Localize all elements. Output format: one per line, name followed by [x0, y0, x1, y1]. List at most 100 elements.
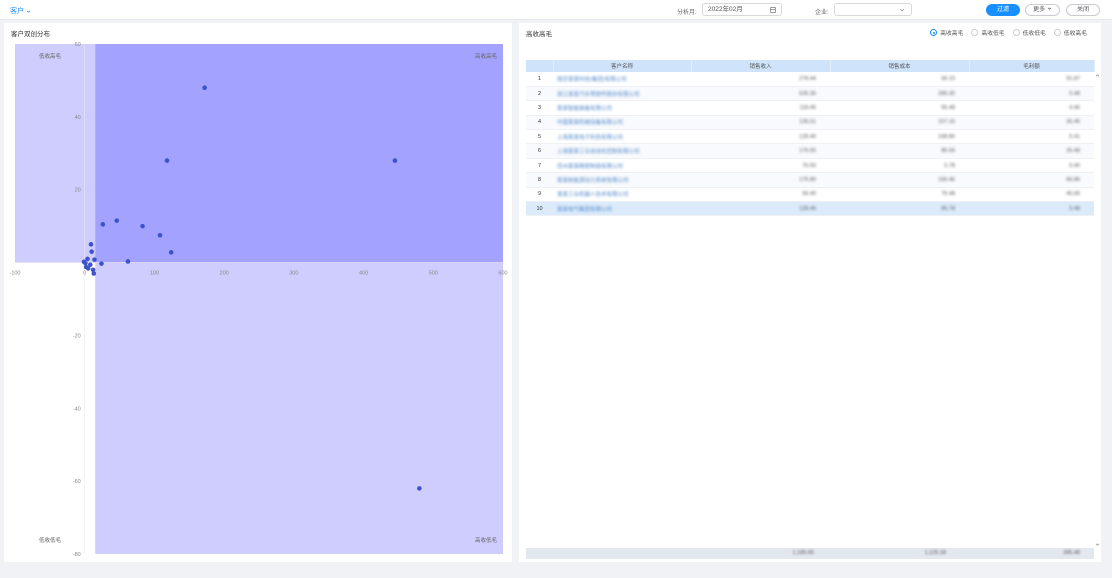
scatter-point[interactable] — [157, 232, 163, 238]
gross-profit-cell-text: 5.48 — [1069, 90, 1080, 97]
revenue-cell: 128.45 — [691, 201, 830, 217]
revenue-cell: 526.35 — [691, 86, 830, 102]
gross-profit-cell: 26.45 — [969, 115, 1094, 131]
quadrant-label-bottom-left: 低收低毛 — [39, 536, 62, 544]
customer-table: 客户名称 销售收入 销售成本 毛利额 1 南京某某科技(集团)有限公司 278.44… — [526, 60, 1095, 217]
customer-name-cell-text: 南京某某科技(集团)有限公司 — [557, 76, 627, 83]
row-index-text: 5 — [537, 133, 542, 140]
scatter-point[interactable] — [83, 261, 88, 266]
table-row[interactable]: 5 上海某某电子科技有限公司 128.40 168.80 5.41 — [526, 129, 1094, 145]
cost-cell: 85.56 — [830, 143, 969, 159]
radio-low-rev-low-margin[interactable]: 低收低毛 — [1012, 28, 1046, 37]
row-index: 2 — [526, 86, 553, 102]
gross-profit-cell: 5.48 — [969, 86, 1094, 102]
revenue-cell-text: 526.35 — [799, 90, 816, 97]
x-tick-label: 200 — [220, 271, 229, 277]
row-index: 7 — [526, 158, 553, 174]
calendar-icon — [770, 7, 776, 13]
row-index-text: 2 — [537, 90, 542, 97]
scatter-point[interactable] — [99, 261, 104, 266]
customer-name-cell-text: 上海某某工业自动化控制有限公司 — [557, 149, 640, 156]
more-button[interactable]: 更多 — [1025, 4, 1060, 16]
customer-name-cell: 某某新能源动力系统有限公司 — [553, 172, 691, 188]
scatter-point[interactable] — [392, 158, 398, 163]
chevron-down-icon — [899, 8, 905, 12]
scroll-up-icon[interactable] — [1095, 73, 1100, 78]
col-header-customer-name[interactable]: 客户名称 — [553, 60, 692, 72]
customer-name-cell-text: 上海某某电子科技有限公司 — [557, 134, 624, 141]
gross-profit-cell: 26.48 — [969, 143, 1094, 159]
cost-cell-text: 85.56 — [941, 148, 955, 155]
scatter-point[interactable] — [417, 486, 422, 491]
company-select[interactable] — [834, 3, 912, 16]
col-header-index — [526, 60, 554, 72]
col-header-cost[interactable]: 销售成本 — [830, 60, 970, 72]
row-index-text: 7 — [537, 162, 542, 169]
col-header-gross-profit[interactable]: 毛利额 — [969, 60, 1095, 72]
filter-button[interactable]: 过滤 — [986, 4, 1020, 16]
customer-name-cell: 上海某某电子科技有限公司 — [553, 129, 691, 145]
scatter-point[interactable] — [140, 223, 145, 229]
gross-profit-cell-text: 45.65 — [1066, 191, 1080, 198]
gross-profit-cell-text: 66.86 — [1066, 176, 1080, 183]
scatter-point[interactable] — [168, 250, 174, 255]
revenue-cell-text: 128.40 — [799, 133, 816, 140]
cost-cell: 85.78 — [830, 201, 969, 217]
customer-name-cell: 某某智能装备有限公司 — [553, 100, 691, 116]
scroll-down-icon[interactable] — [1095, 542, 1100, 547]
table-row[interactable]: 4 中国某某机械设备有限公司 126.51 157.16 26.45 — [526, 115, 1094, 131]
y-tick-label: 20 — [75, 188, 81, 194]
scatter-point[interactable] — [125, 259, 131, 264]
scatter-point[interactable] — [89, 249, 94, 254]
scatter-point[interactable] — [88, 242, 94, 247]
quadrant-low-rev-high-margin — [15, 44, 96, 263]
scatter-point[interactable] — [114, 218, 120, 223]
scatter-point[interactable] — [91, 271, 97, 276]
x-tick-label: 600 — [498, 271, 507, 277]
row-index-text: 4 — [537, 119, 542, 126]
row-index-text: 8 — [537, 176, 542, 183]
revenue-cell-text: 176.55 — [799, 148, 816, 155]
gross-profit-cell-text: 5.41 — [1069, 133, 1080, 140]
revenue-cell: 278.44 — [691, 72, 830, 87]
chevron-down-icon — [26, 10, 31, 13]
cost-cell: 285.30 — [830, 86, 969, 102]
cost-cell: 157.16 — [830, 115, 969, 131]
cost-cell-text: 85.78 — [941, 205, 955, 212]
table-row[interactable]: 10 某某电气集团有限公司 128.45 85.78 5.48 — [526, 201, 1094, 217]
cost-cell-text: 168.80 — [938, 133, 955, 140]
table-row[interactable]: 7 苏州某某精密制造有限公司 76.55 5.78 5.40 — [526, 158, 1094, 174]
month-picker[interactable]: 2022年02月 — [702, 3, 782, 16]
table-row[interactable]: 8 某某新能源动力系统有限公司 175.80 166.46 66.86 — [526, 172, 1094, 188]
table-row[interactable]: 9 某某工业机器人技术有限公司 56.40 75.48 45.65 — [526, 187, 1094, 203]
customer-nav-dropdown[interactable]: 客户 — [10, 6, 31, 16]
cost-cell-text: 157.16 — [938, 119, 955, 126]
radio-high-rev-high-margin[interactable]: 高收高毛 — [930, 28, 963, 37]
close-button[interactable]: 关闭 — [1066, 4, 1100, 16]
radio-low-rev-high-margin[interactable]: 低收高毛 — [1053, 28, 1087, 37]
col-header-revenue[interactable]: 销售收入 — [691, 60, 831, 72]
scatter-point[interactable] — [202, 85, 207, 91]
table-row[interactable]: 6 上海某某工业自动化控制有限公司 176.55 85.56 26.48 — [526, 143, 1094, 159]
cost-cell-text: 75.48 — [941, 191, 955, 198]
revenue-cell: 56.40 — [691, 187, 830, 203]
y-tick-label: -20 — [73, 333, 81, 339]
x-tick-label: 500 — [429, 271, 438, 277]
table-row[interactable]: 2 浙江某某汽车零部件股份有限公司 526.35 285.30 5.48 — [526, 86, 1094, 102]
customer-name-cell-text: 苏州某某精密制造有限公司 — [557, 163, 624, 170]
scatter-point[interactable] — [92, 257, 97, 262]
scatter-point[interactable] — [100, 222, 106, 227]
radio-high-rev-low-margin[interactable]: 高收低毛 — [971, 28, 1005, 37]
gross-profit-cell-text: 26.45 — [1066, 119, 1080, 126]
table-row[interactable]: 3 某某智能装备有限公司 118.45 55.48 4.46 — [526, 100, 1094, 116]
x-tick-label: -100 — [9, 271, 20, 277]
row-index-text: 9 — [537, 191, 542, 198]
company-label: 企业: — [815, 10, 829, 16]
table-row[interactable]: 1 南京某某科技(集团)有限公司 278.44 56.15 91.87 — [526, 72, 1094, 87]
month-label: 分析月: — [677, 10, 697, 16]
scatter-chart-panel: 客户双创分布 -100 0 100 200 300 400 500 600 -80 -60 -40-… — [4, 23, 512, 562]
revenue-cell-text: 118.45 — [799, 104, 816, 111]
row-index-text: 6 — [537, 148, 542, 155]
scatter-point[interactable] — [164, 158, 170, 163]
scatter-point[interactable] — [85, 266, 91, 271]
